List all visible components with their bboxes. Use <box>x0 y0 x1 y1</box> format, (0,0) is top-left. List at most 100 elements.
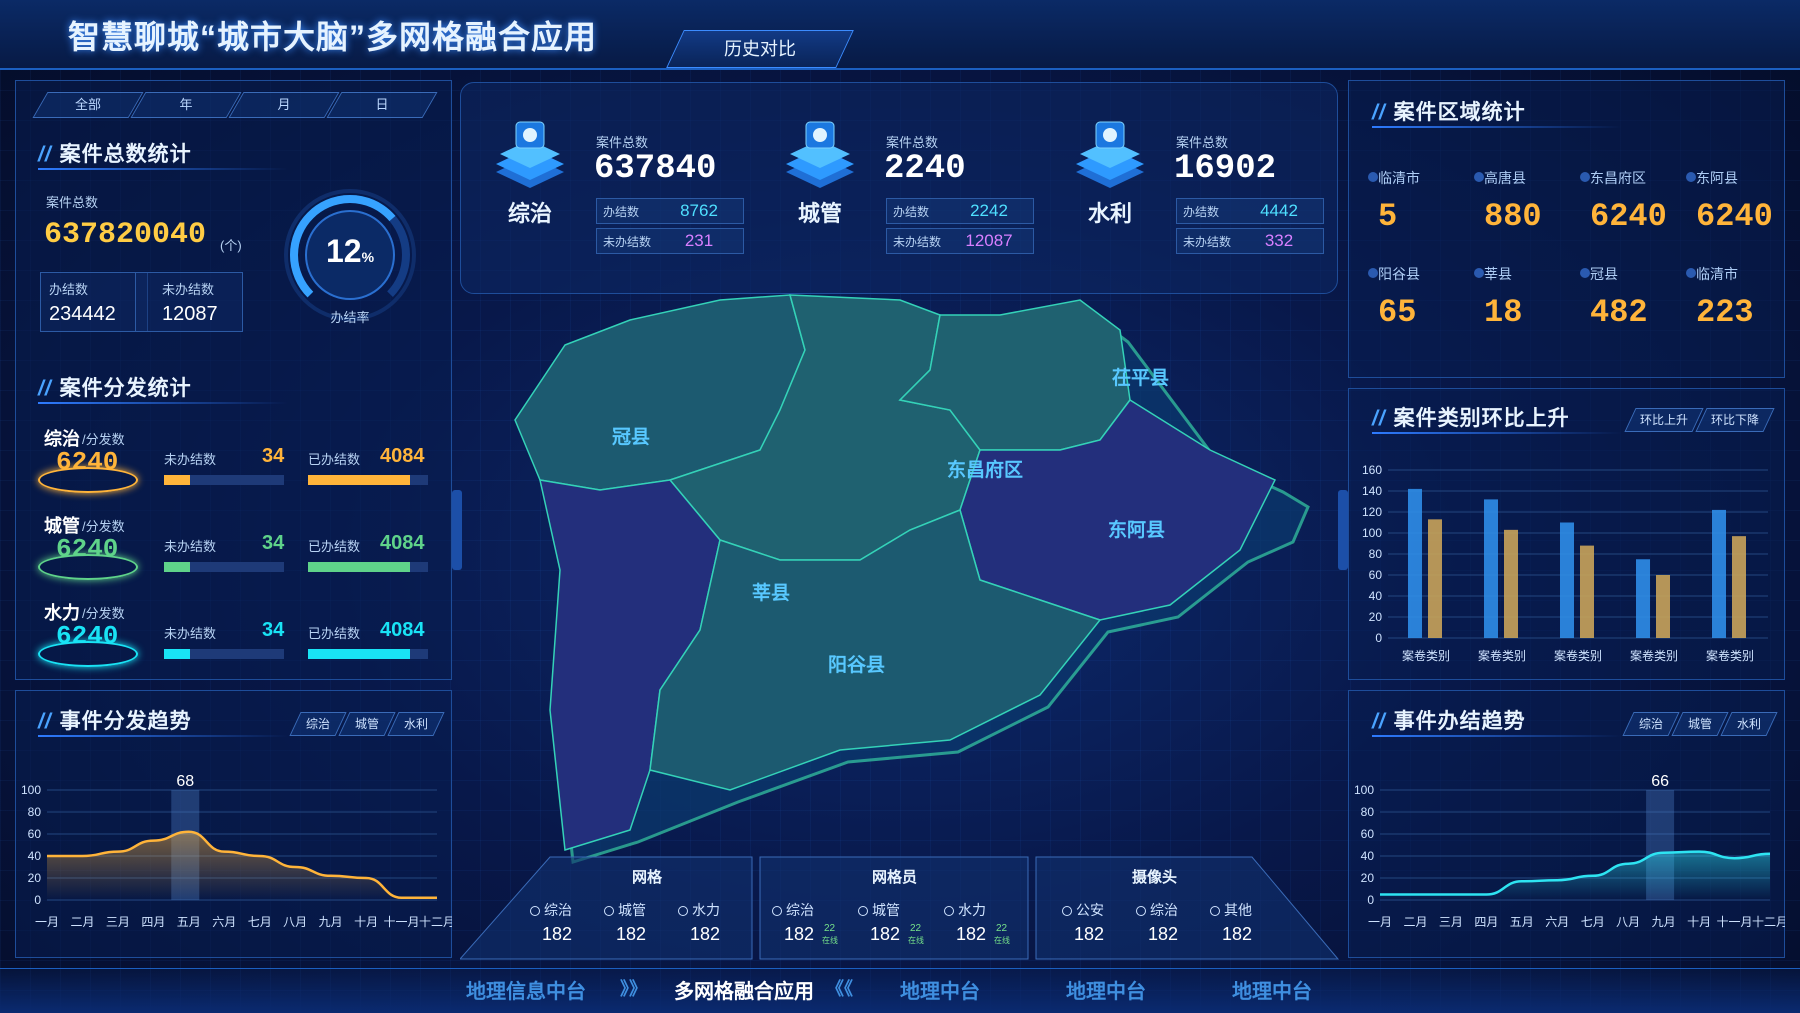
region-value: 482 <box>1590 294 1648 331</box>
bottom-value: 182 <box>784 924 815 944</box>
nav-multigrid[interactable]: 多网格融合应用 <box>674 975 814 1004</box>
bar <box>1560 522 1574 638</box>
map-label-dongchangfu: 东昌府区 <box>947 460 1024 481</box>
card-total-label: 案件总数 <box>886 135 939 150</box>
x-tick-label: 十二月 <box>419 915 452 929</box>
page-title: 智慧聊城“城市大脑”多网格融合应用 <box>68 19 598 55</box>
dist-sub: /分发数 <box>82 606 125 621</box>
x-tick-label: 案卷类别 <box>1706 648 1754 663</box>
tab-zongzhi[interactable]: 综治 <box>289 712 347 736</box>
done-bar <box>308 475 428 485</box>
y-tick-label: 120 <box>1362 505 1382 519</box>
region-value: 880 <box>1484 198 1542 235</box>
y-tick-label: 40 <box>28 849 42 863</box>
bottom-radio[interactable]: 城管 <box>858 900 900 920</box>
shield-icon: 综治 <box>490 118 570 226</box>
tab-all[interactable]: 全部 <box>32 92 144 118</box>
card-icon-label: 水利 <box>1087 201 1132 226</box>
right-collapse-handle[interactable] <box>1338 490 1348 570</box>
highlight-label: 66 <box>1651 773 1669 790</box>
done-label: 已办结数 <box>308 452 361 467</box>
top-cards-panel <box>460 82 1338 294</box>
nav-geo-1[interactable]: 地理中台 <box>900 975 980 1004</box>
region-name: 临清市 <box>1696 266 1738 282</box>
x-tick-label: 八月 <box>1616 915 1640 929</box>
x-tick-label: 二月 <box>70 915 94 929</box>
card-total-value: 2240 <box>884 150 966 188</box>
x-tick-label: 三月 <box>106 915 130 929</box>
card-done-row: 办结数 2242 <box>886 198 1034 224</box>
bottom-radio[interactable]: 其他 <box>1210 900 1252 920</box>
bottom-radio[interactable]: 综治 <box>1136 900 1178 920</box>
y-tick-label: 60 <box>1361 827 1375 841</box>
y-tick-label: 100 <box>21 783 41 797</box>
card-total-value: 637840 <box>594 150 717 188</box>
dist-sub: /分发数 <box>82 432 125 447</box>
bottom-radio[interactable]: 水力 <box>944 900 986 920</box>
region-name: 高唐县 <box>1484 170 1526 186</box>
tab-month[interactable]: 月 <box>228 92 340 118</box>
tab-rise[interactable]: 环比上升 <box>1624 408 1704 432</box>
nav-geo-info[interactable]: 地理信息中台 <box>466 975 586 1004</box>
tab-year[interactable]: 年 <box>130 92 242 118</box>
done-bar <box>308 649 428 659</box>
nav-geo-3[interactable]: 地理中台 <box>1232 975 1312 1004</box>
bottom-value: 182 <box>690 924 721 944</box>
officer-icon: 城管 <box>780 118 860 226</box>
total-label: 案件总数 <box>46 195 99 210</box>
finish-trend-tabs: 综治 城管 水利 <box>1622 712 1778 736</box>
x-tick-label: 十二月 <box>1752 915 1785 929</box>
y-tick-label: 80 <box>28 805 42 819</box>
bottom-radio[interactable]: 综治 <box>772 900 814 920</box>
region-dot <box>1474 172 1484 182</box>
dashboard-root: 智慧聊城“城市大脑”多网格融合应用 历史对比 全部 年 月 日 //案件总数统计… <box>0 0 1800 1013</box>
region-dot <box>1580 268 1590 278</box>
card-total-label: 案件总数 <box>1176 135 1229 150</box>
bottom-radio[interactable]: 综治 <box>530 900 572 920</box>
y-tick-label: 60 <box>28 827 42 841</box>
y-tick-label: 20 <box>1361 871 1375 885</box>
tab-day[interactable]: 日 <box>326 92 438 118</box>
left-collapse-handle[interactable] <box>452 490 462 570</box>
x-tick-label: 十一月 <box>1717 915 1753 929</box>
divider <box>1372 735 1622 737</box>
x-tick-label: 七月 <box>1581 915 1605 929</box>
y-tick-label: 160 <box>1362 463 1382 477</box>
y-tick-label: 0 <box>1367 893 1374 907</box>
x-tick-label: 六月 <box>1545 915 1569 929</box>
map-label-chiping: 茌平县 <box>1112 368 1170 389</box>
card-undone-row: 未办结数 332 <box>1176 228 1324 254</box>
period-tabs: 全部 年 月 日 <box>32 92 438 118</box>
history-compare-button[interactable]: 历史对比 <box>666 30 854 68</box>
bar <box>1580 545 1594 638</box>
done-value: 4084 <box>380 619 425 641</box>
y-tick-label: 20 <box>1369 610 1383 624</box>
nav-geo-2[interactable]: 地理中台 <box>1066 975 1146 1004</box>
bar <box>1636 559 1650 638</box>
tab-fall[interactable]: 环比下降 <box>1695 408 1775 432</box>
divider <box>38 735 288 737</box>
x-tick-label: 十一月 <box>384 915 420 929</box>
x-tick-label: 四月 <box>1474 915 1498 929</box>
event-trend-chart: 0 20 40 60 80 100 68 一月 二月 三月 四月 五月 六月 七月 八月 九月 十月 十一月 十二月 <box>21 773 452 929</box>
y-tick-label: 80 <box>1369 547 1383 561</box>
nav-arrows-right: 《《 <box>826 979 853 999</box>
tab-chengguan[interactable]: 城管 <box>338 712 396 736</box>
x-tick-label: 二月 <box>1403 915 1427 929</box>
region-value: 18 <box>1484 294 1523 331</box>
tab-zongzhi[interactable]: 综治 <box>1622 712 1680 736</box>
bottom-radio[interactable]: 公安 <box>1062 900 1104 920</box>
category-tabs: 环比上升 环比下降 <box>1624 408 1775 432</box>
category-bar-chart: 0 20 40 60 80 100 120 140 160 案卷类别 案卷类别 案卷类别 案卷类别 案卷类… <box>1362 463 1768 663</box>
tab-chengguan[interactable]: 城管 <box>1671 712 1729 736</box>
tab-shuili[interactable]: 水利 <box>1720 712 1778 736</box>
bottom-radio[interactable]: 城管 <box>604 900 646 920</box>
bottom-radio[interactable]: 水力 <box>678 900 720 920</box>
x-tick-label: 五月 <box>1510 915 1534 929</box>
undone-label: 未办结数 <box>164 452 217 467</box>
region-value: 6240 <box>1590 198 1667 235</box>
tab-shuili[interactable]: 水利 <box>387 712 445 736</box>
total-stats-title: //案件总数统计 <box>38 143 192 166</box>
map-label-guanxian: 冠县 <box>612 427 651 448</box>
bar <box>1484 499 1498 638</box>
